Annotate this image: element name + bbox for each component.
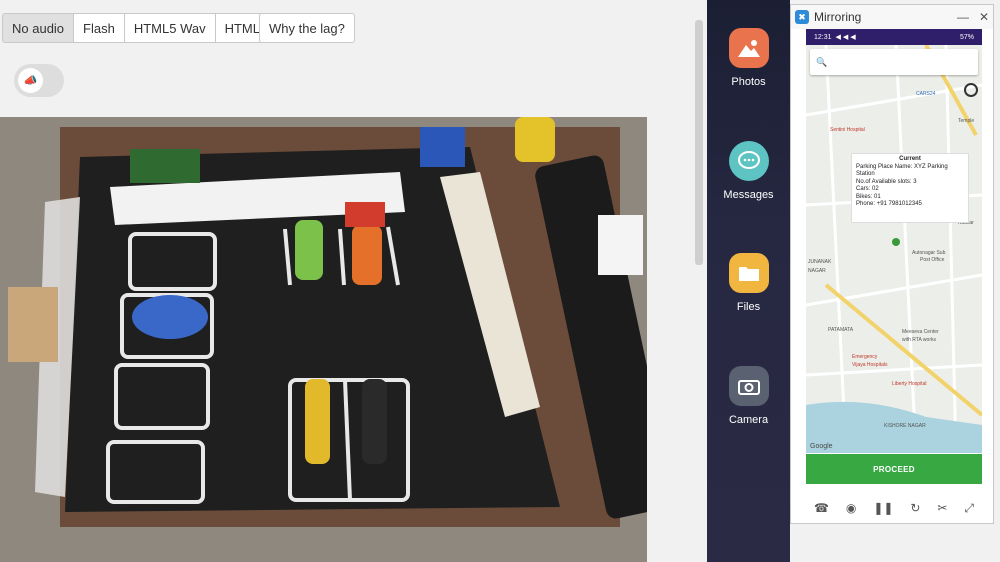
mirroring-app-icon: ✖ (795, 10, 809, 24)
rotate-icon[interactable]: ↻ (910, 501, 920, 515)
map-label-autonagar: Autonagar Sub (912, 250, 946, 256)
camera-app[interactable]: Camera (707, 366, 790, 426)
audio-toggle[interactable]: 📣 (14, 64, 64, 97)
map-label-vijaya: Vijaya Hospitals (852, 362, 888, 368)
parking-model-image (0, 117, 647, 562)
photos-app[interactable]: Photos (707, 28, 790, 88)
map-label-junanak: JUNANAK (808, 259, 832, 265)
view-icon[interactable]: ◉ (846, 501, 856, 515)
map-label-patamata: PATAMATA (828, 327, 854, 333)
video-frame[interactable] (0, 117, 647, 562)
info-available-slots: No.of Available slots: 3 (856, 178, 917, 185)
map-roads (806, 45, 982, 453)
expand-icon[interactable]: ⤢ (964, 501, 974, 516)
megaphone-icon: 📣 (18, 68, 43, 93)
messages-label: Messages (723, 189, 774, 201)
phone-desktop: Photos Messages Files Camera (707, 0, 790, 562)
photos-icon (728, 28, 769, 68)
status-time: 12:31 (814, 33, 832, 41)
phone-status-bar: 12:31 ◀ ◀ ◀ 57% (806, 29, 982, 45)
why-lag-button[interactable]: Why the lag? (259, 13, 355, 43)
files-label: Files (736, 301, 761, 313)
camera-label: Camera (728, 414, 769, 426)
info-parking-name: Parking Place Name: XYZ Parking Station (856, 163, 948, 178)
search-icon: 🔍 (816, 56, 828, 67)
parking-info-window[interactable]: Current Parking Place Name: XYZ Parking … (851, 153, 969, 223)
mirroring-controls: ☎ ◉ ❚❚ ↻ ✂ ⤢ (806, 498, 982, 518)
map-label-rta: with RTA works (902, 337, 936, 343)
info-cars: Cars: 02 (856, 186, 879, 192)
info-phone: Phone: +91 7981012345 (856, 201, 922, 207)
map-label-nagar: NAGAR (808, 268, 826, 274)
map-label-post-office: Post Office (920, 257, 945, 263)
photos-label: Photos (731, 76, 766, 88)
pause-icon[interactable]: ❚❚ (873, 501, 893, 515)
map-label-emergency: Emergency (852, 354, 878, 360)
status-icons: ◀ ◀ ◀ (835, 34, 856, 41)
no-audio-button[interactable]: No audio (2, 13, 75, 43)
minimize-icon[interactable]: — (957, 10, 969, 24)
my-location-icon[interactable] (964, 83, 978, 97)
map-label-meeseva: Meeseva Center (902, 329, 939, 335)
html5-wav-button[interactable]: HTML5 Wav (123, 13, 216, 43)
close-icon[interactable]: ✕ (979, 10, 989, 24)
status-battery: 57% (959, 33, 974, 41)
map-label-temple: Temple (958, 118, 975, 124)
info-bikes: Bikes: 01 (856, 193, 881, 200)
map-search-input[interactable]: 🔍 (810, 49, 978, 75)
hear-icon[interactable]: ☎ (814, 501, 829, 515)
camera-icon (728, 366, 769, 406)
map-label-cars24: CARS24 (916, 91, 936, 97)
mirroring-titlebar: ✖ Mirroring — ✕ (791, 5, 993, 29)
map-label-kishore: KISHORE NAGAR (884, 423, 926, 429)
proceed-button[interactable]: PROCEED (806, 454, 982, 484)
info-heading: Current (899, 156, 921, 162)
files-app[interactable]: Files (707, 253, 790, 313)
folder-icon (728, 253, 769, 293)
map-view[interactable]: 🔍 CARS24 Sentini Hospital Temple Kausar … (806, 45, 982, 453)
map-label-sentini: Sentini Hospital (830, 127, 865, 133)
messages-app[interactable]: Messages (707, 141, 790, 201)
scissors-icon[interactable]: ✂ (937, 501, 947, 515)
vertical-scrollbar[interactable] (695, 20, 703, 265)
messages-icon (728, 141, 769, 181)
flash-button[interactable]: Flash (73, 13, 125, 43)
mirroring-title: Mirroring (814, 10, 862, 24)
google-logo: Google (810, 443, 833, 450)
map-label-liberty: Liberty Hospital (892, 381, 927, 387)
